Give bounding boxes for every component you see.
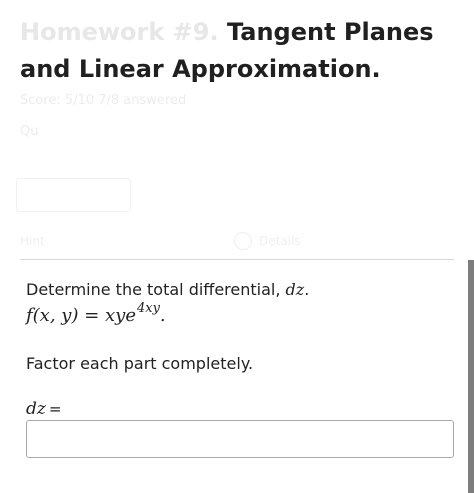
faded-left-control: Hint — [20, 234, 45, 248]
prompt-text: Determine the total differential, — [26, 280, 286, 299]
answer-label: dz = — [26, 399, 61, 419]
function-exponent: 4xy — [136, 301, 160, 316]
assignment-header: Homework #9. Tangent Planes and Linear A… — [20, 14, 460, 88]
homework-page: Homework #9. Tangent Planes and Linear A… — [0, 0, 474, 493]
assignment-title: Homework #9. Tangent Planes and Linear A… — [20, 14, 460, 88]
dz-answer-input[interactable] — [26, 420, 454, 458]
question-prompt: Determine the total differential, dz. — [26, 280, 446, 300]
prompt-math: dz — [285, 280, 305, 299]
faded-question-controls: Hint Details — [20, 232, 330, 252]
question-divider — [20, 259, 454, 260]
faded-score-meta: Score: 5/10 7/8 answered — [20, 93, 187, 108]
assignment-number: Homework #9. — [20, 18, 219, 46]
faded-question-selector — [16, 178, 131, 212]
function-expression: f(x, y) = xye — [26, 305, 136, 326]
function-formula: f(x, y) = xye4xy. — [26, 301, 166, 330]
details-circle-icon — [234, 232, 252, 250]
factor-instruction: Factor each part completely. — [26, 354, 254, 373]
answer-label-math: dz — [26, 399, 46, 419]
right-scroll-bar[interactable] — [468, 260, 474, 493]
answer-label-equals: = — [48, 400, 62, 418]
faded-right-control: Details — [259, 234, 301, 248]
faded-question-meta: Qu — [20, 124, 39, 139]
function-period: . — [159, 305, 166, 326]
prompt-period: . — [304, 280, 310, 299]
